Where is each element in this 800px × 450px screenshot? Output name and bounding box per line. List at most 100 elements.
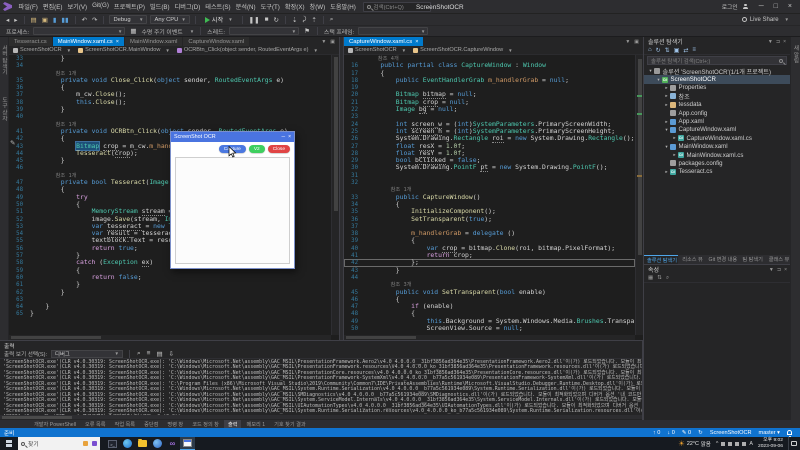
chevron-down-icon[interactable]: ▾ — [655, 77, 662, 83]
output-source-dropdown[interactable]: 디버그▼ — [51, 350, 123, 358]
bottom-tool-tab[interactable]: 기호 찾기 결과 — [270, 420, 310, 428]
repo-name[interactable]: ScreenShotOCR — [710, 430, 752, 436]
chevron-down-icon[interactable]: ▾ — [647, 68, 654, 74]
back-icon[interactable]: ◂ — [5, 16, 10, 24]
commits-up[interactable]: ↑ 0 — [653, 430, 660, 436]
branch-name[interactable]: master ▾ — [759, 430, 780, 436]
search-highlight-icon[interactable] — [83, 441, 88, 446]
document-tab[interactable]: MainWindow.xaml — [125, 37, 183, 46]
breadcrumb-segment[interactable]: ScreenShotOCR▼ — [348, 47, 406, 53]
search-highlight-icon[interactable] — [92, 441, 97, 446]
pause-icon[interactable]: ❚❚ — [248, 16, 261, 24]
tree-item[interactable]: ▾솔루션 'ScreenShotOCR'(1/1개 프로젝트) — [644, 67, 790, 75]
categorized-icon[interactable]: ▦ — [648, 275, 653, 281]
close-panel-icon[interactable]: × — [784, 267, 787, 273]
find-icon[interactable]: ⌕ — [329, 16, 335, 24]
tree-item[interactable]: ▸C#Tesseract.cs — [644, 168, 790, 176]
close-panel-icon[interactable]: × — [783, 39, 786, 45]
tree-item[interactable]: ▸C#CaptureWindow.xaml.cs — [644, 134, 790, 142]
toolbox-tab[interactable]: 도구 상자 — [0, 97, 8, 121]
step-into-icon[interactable]: ⇣ — [291, 16, 298, 24]
bottom-tool-tab[interactable]: 메모리 1 — [242, 420, 269, 428]
wrap-icon[interactable]: ≡ — [146, 350, 152, 357]
dialog-close-icon[interactable]: × — [288, 134, 291, 140]
code-line[interactable]: 40 — [9, 113, 331, 120]
code-line[interactable]: 31 — [344, 172, 635, 179]
bottom-tool-tab[interactable]: 중단점 — [140, 420, 162, 428]
maximize-button[interactable]: □ — [769, 3, 783, 10]
taskbar-app-edge[interactable] — [120, 437, 135, 450]
menu-item[interactable]: 파일(F) — [16, 2, 40, 11]
menu-item[interactable]: 도움말(H) — [328, 2, 359, 11]
start-debug-button[interactable]: 시작 ▼ — [201, 15, 237, 25]
bottom-tool-tab[interactable]: 코드 정의 창 — [188, 420, 223, 428]
chevron-right-icon[interactable]: ▸ — [671, 135, 678, 141]
menu-item[interactable]: 빌드(B) — [147, 2, 172, 11]
close-button[interactable]: × — [783, 3, 797, 10]
taskbar-app-screenshotocr-active[interactable] — [180, 437, 195, 450]
new-file-icon[interactable]: ▤ — [30, 16, 38, 24]
tree-item[interactable]: ▸App.xaml — [644, 117, 790, 125]
chevron-right-icon[interactable]: ▸ — [663, 85, 670, 91]
tree-item[interactable]: ▸Properties — [644, 84, 790, 92]
alphabetical-icon[interactable]: ⇅ — [657, 275, 662, 281]
user-icon[interactable] — [743, 4, 749, 10]
code-line[interactable]: 32 — [344, 179, 635, 186]
platform-dropdown[interactable]: Any CPU▼ — [150, 15, 189, 24]
code-line[interactable]: 50 ScreenView.Source = null; — [344, 325, 635, 332]
ime-indicator[interactable]: A — [749, 441, 753, 447]
chevron-right-icon[interactable]: ▸ — [663, 93, 670, 99]
pending-edits[interactable]: ✎ 0 — [682, 430, 691, 436]
tray-icon[interactable] — [728, 442, 732, 446]
taskbar-clock[interactable]: 오후 9:02 2023-09-06 — [758, 438, 783, 449]
sign-in-button[interactable]: 로그인 — [722, 2, 738, 11]
code-line[interactable]: 16 public partial class CaptureWindow : … — [344, 62, 635, 69]
tree-item[interactable]: ▾C#ScreenShotOCR — [644, 75, 790, 83]
menu-item[interactable]: Git(G) — [90, 2, 112, 11]
breadcrumb-segment[interactable]: ScreenShotOCR▼ — [13, 47, 71, 53]
chevron-right-icon[interactable]: ▸ — [671, 152, 678, 158]
tray-icon[interactable] — [735, 442, 739, 446]
server-explorer-tab[interactable]: 서버 탐색기 — [0, 45, 8, 75]
panel-tab[interactable]: Git 변경 내용 — [706, 255, 739, 264]
forward-icon[interactable]: ▸ — [13, 16, 18, 24]
show-all-files-icon[interactable]: ▣ — [674, 47, 680, 54]
dropdown-icon[interactable]: ▼ — [768, 39, 773, 45]
close-button[interactable]: Close — [268, 145, 290, 153]
tree-item[interactable]: App.config — [644, 109, 790, 117]
panel-tab[interactable]: 솔루션 탐색기 — [644, 255, 678, 264]
taskbar-app-explorer[interactable] — [135, 437, 150, 450]
code-line[interactable]: 39 } — [9, 106, 331, 113]
code-line[interactable]: 64 } — [9, 303, 331, 310]
minimize-button[interactable]: ─ — [754, 3, 769, 10]
save-all-icon[interactable]: ▮▮ — [60, 16, 69, 24]
code-line[interactable]: 33 } — [9, 55, 331, 62]
toggle-autoscroll-icon[interactable]: ⇩ — [168, 350, 175, 358]
code-line[interactable]: 44 — [344, 274, 635, 281]
dialog-capture-preview-area[interactable] — [175, 157, 290, 264]
tree-item[interactable]: ▸C#MainWindow.xaml.cs — [644, 151, 790, 159]
bottom-tool-tab[interactable]: 개발자 PowerShell — [30, 420, 80, 428]
taskbar-search-box[interactable]: 찾기 — [18, 437, 100, 450]
lifecycle-icon[interactable]: ▦ — [129, 27, 137, 35]
solution-explorer-search[interactable]: 솔루션 탐색기 검색(Ctrl+;) — [647, 56, 787, 65]
code-line[interactable]: 34 — [9, 62, 331, 69]
chevron-right-icon[interactable]: ▸ — [663, 119, 670, 125]
tab-close-icon[interactable]: × — [116, 39, 119, 45]
bottom-tool-tab[interactable]: 명령 창 — [163, 420, 187, 428]
tree-item[interactable]: ▸tessdata — [644, 101, 790, 109]
panel-tab[interactable]: 팀 탐색기 — [739, 255, 764, 264]
document-tab[interactable]: CaptureWindow.xaml.cs× — [344, 37, 424, 46]
solution-config-dropdown[interactable]: Debug▼ — [109, 15, 147, 24]
vertical-scrollbar[interactable] — [635, 55, 643, 335]
vertical-scrollbar[interactable] — [331, 55, 339, 335]
code-line[interactable]: 36 SetTransparent(true); — [344, 216, 635, 223]
bottom-tool-tab[interactable]: 작업 목록 — [111, 420, 140, 428]
menu-item[interactable]: 확장(X) — [282, 2, 307, 11]
menu-item[interactable]: 테스트(S) — [203, 2, 233, 11]
panel-tab[interactable]: 리소스 뷰 — [679, 255, 704, 264]
sync-icon[interactable]: ↻ — [698, 430, 703, 436]
clear-all-icon[interactable]: ▤ — [155, 350, 163, 358]
process-dropdown[interactable]: ▼ — [33, 27, 125, 36]
refresh-icon[interactable]: ↻ — [656, 47, 661, 54]
